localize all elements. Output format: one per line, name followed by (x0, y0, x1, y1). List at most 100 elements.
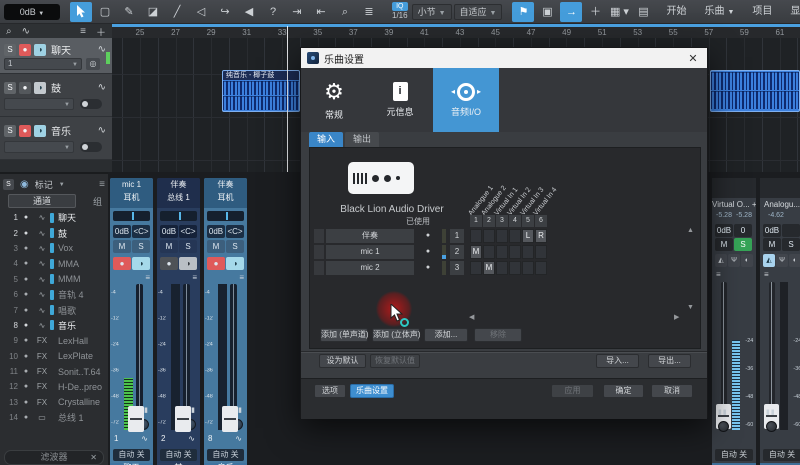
automation-icon[interactable]: ∿ (22, 26, 30, 37)
add-stereo-button[interactable]: 添加 (立体声) (372, 328, 420, 342)
mute-tool[interactable]: ◁ (190, 2, 212, 22)
filter-button[interactable]: ≣ (358, 2, 380, 22)
layers-icon[interactable]: ≡ (716, 270, 721, 279)
matrix-cell[interactable] (509, 261, 521, 275)
power-dot-icon[interactable]: ● (18, 260, 34, 267)
mute-button[interactable]: M (160, 240, 178, 253)
import-button[interactable]: 导入... (596, 354, 639, 368)
audio-clip[interactable]: 纯音乐 - 椰子鼓 (222, 70, 300, 112)
cancel-button[interactable]: 取消 (651, 384, 693, 398)
chevron-down-icon[interactable]: ▼ (59, 182, 65, 188)
row-handle[interactable] (314, 245, 324, 259)
gain-value[interactable]: 0dB (113, 225, 131, 238)
pan-value[interactable]: 0 (734, 224, 752, 237)
speaker-icon[interactable]: ◭ (715, 254, 727, 267)
channel-row[interactable]: 8●∿音乐 (0, 318, 108, 333)
channel-row[interactable]: 4●∿MMA (0, 256, 108, 271)
mixer-strip[interactable]: 伴奏耳机0dB<C>MS●◑≡-4-12-24-36-48-72▮▮8∿自动 关… (204, 178, 247, 465)
monitor-button[interactable]: ◑ (226, 257, 244, 270)
layers-icon[interactable]: ≡ (239, 274, 244, 282)
pencil-tool[interactable]: ✎ (118, 2, 140, 22)
eraser-tool[interactable]: ◪ (142, 2, 164, 22)
solo-button[interactable]: S (4, 125, 16, 137)
film-button[interactable]: ▤ (632, 2, 654, 22)
speaker-icon[interactable]: ◭ (763, 254, 775, 267)
automation-button[interactable]: 自动 关 (715, 449, 753, 461)
matrix-cell[interactable] (509, 245, 521, 259)
pan-value[interactable]: <C> (132, 225, 150, 238)
iq-toggle[interactable]: IQ (392, 2, 408, 11)
monitor-button[interactable]: ◑ (179, 257, 197, 270)
mixer-strip[interactable]: 伴奏总线 10dB<C>MS●◑≡-4-12-24-36-48-72▮▮2∿自动… (157, 178, 200, 465)
layers-icon[interactable]: ≡ (145, 274, 150, 282)
arrow-tool[interactable] (70, 2, 92, 22)
start-button[interactable]: 开始 (658, 3, 694, 21)
ok-button[interactable]: 确定 (603, 384, 644, 398)
input-channel-name[interactable]: mic 2 (326, 261, 414, 275)
power-dot-icon[interactable]: ● (18, 230, 34, 237)
project-button[interactable]: 项目 (744, 3, 780, 21)
solo-button[interactable]: S (3, 179, 14, 190)
pan-value[interactable]: <C> (179, 225, 197, 238)
power-dot-icon[interactable]: ● (18, 307, 34, 314)
add-track-icon[interactable]: ＋ (96, 24, 106, 39)
tab-group[interactable]: 组 (93, 195, 102, 208)
pan-slot[interactable] (207, 211, 244, 221)
matrix-cell[interactable]: R (535, 229, 547, 243)
tool-icon[interactable]: ⌕ (6, 26, 12, 37)
channel-row[interactable]: 7●∿唱歌 (0, 302, 108, 317)
solo-button[interactable]: S (179, 240, 197, 253)
scroll-left-icon[interactable]: ◀ (469, 313, 474, 321)
tab-channels[interactable]: 通道 (8, 194, 76, 208)
song-setup-button[interactable]: 乐曲设置 (350, 384, 394, 398)
options-button[interactable]: 选项 (314, 384, 346, 398)
tab-audio-io[interactable]: ◂▸ 音频I/O (433, 68, 499, 132)
channel-row[interactable]: 9●FXLexHall (0, 333, 108, 348)
power-icon[interactable]: ◉ (20, 179, 29, 190)
pan-value[interactable] (782, 224, 800, 237)
tab-input[interactable]: 输入 (309, 132, 343, 147)
metronome-box-button[interactable]: ▣ (536, 2, 558, 22)
power-dot-icon[interactable]: ● (18, 399, 34, 406)
power-dot-icon[interactable]: ● (18, 353, 34, 360)
automation-button[interactable]: 自动 关 (160, 449, 197, 461)
monitor-button[interactable]: ◑ (34, 82, 46, 94)
monitor-button[interactable]: ◑ (34, 44, 46, 56)
channel-row[interactable]: 1●∿聊天 (0, 210, 108, 225)
matrix-cell[interactable] (483, 245, 495, 259)
solo-button[interactable]: S (4, 82, 16, 94)
quantize-value[interactable]: 1/16 (392, 11, 408, 21)
cue-icon[interactable]: ◐ (741, 254, 753, 267)
channel-row[interactable]: 6●∿音轨 4 (0, 287, 108, 302)
tab-general[interactable]: ⚙ 常规 (301, 68, 367, 132)
power-dot-icon[interactable]: ● (18, 322, 34, 329)
track-header-2[interactable]: S ● ◑ 鼓 ∿ ▼ (0, 74, 112, 117)
tab-metadata[interactable]: i 元信息 (367, 68, 433, 132)
pan-value[interactable]: <C> (226, 225, 244, 238)
show-button[interactable]: 显示 (782, 3, 800, 21)
mixer-strip[interactable]: mic 1耳机0dB<C>MS●◑≡-4-12-24-36-48-72▮▮1∿自… (110, 178, 153, 465)
scroll-down-icon[interactable]: ▼ (687, 304, 694, 311)
pages-icon[interactable]: ▮▮ (718, 408, 728, 416)
gain-value[interactable]: 0dB (160, 225, 178, 238)
listen-tool[interactable]: ◀ (238, 2, 260, 22)
matrix-cell[interactable] (483, 229, 495, 243)
record-button[interactable]: ● (19, 44, 31, 56)
solo-button[interactable]: S (782, 238, 800, 251)
gain-value[interactable]: 0dB (207, 225, 225, 238)
add-button[interactable]: 添加... (424, 328, 468, 342)
matrix-cell[interactable] (470, 229, 482, 243)
restore-default-button[interactable]: 恢复默认值 (370, 354, 420, 368)
matrix-cell[interactable] (509, 229, 521, 243)
mute-button[interactable]: M (763, 238, 781, 251)
matrix-cell[interactable]: L (522, 229, 534, 243)
fader-handle[interactable] (222, 406, 238, 432)
toggle-pill[interactable] (80, 142, 102, 152)
channel-row[interactable]: 5●∿MMM (0, 272, 108, 287)
fader-handle[interactable] (128, 406, 144, 432)
pan-slot[interactable] (113, 211, 150, 221)
row-handle[interactable] (314, 229, 324, 243)
pan-knob[interactable] (718, 421, 729, 432)
close-icon[interactable]: ✕ (90, 451, 97, 464)
layers-icon[interactable]: ≡ (764, 270, 769, 279)
